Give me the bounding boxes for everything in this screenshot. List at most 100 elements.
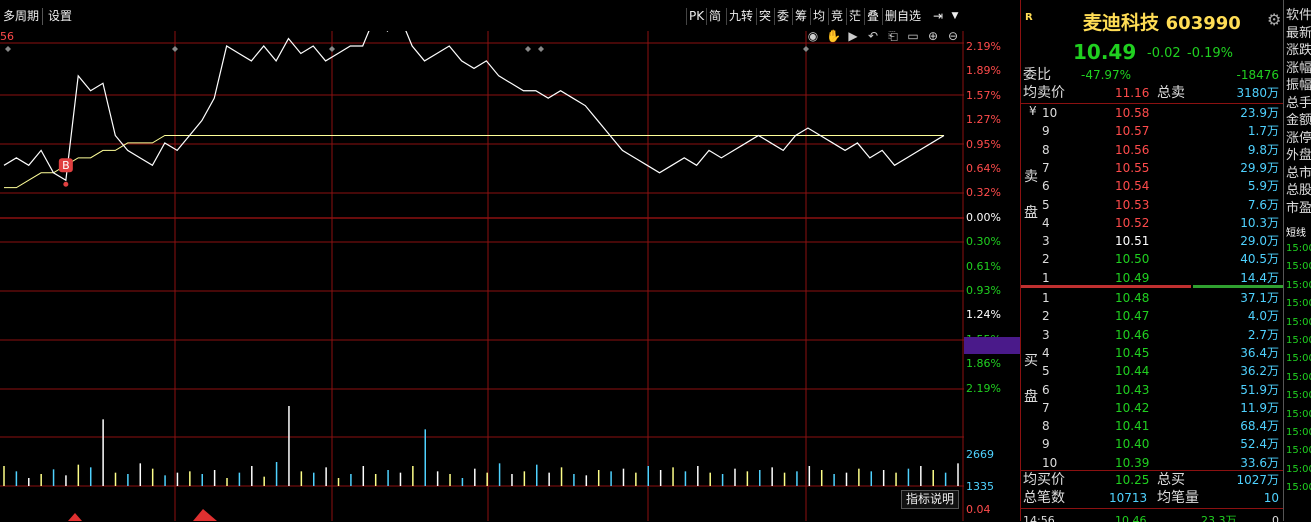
info-label-1: 最新 [1286, 25, 1311, 41]
level-number: 4 [1042, 215, 1050, 230]
buy-level-row[interactable]: 3 10.46 2.7万 [1021, 326, 1283, 344]
avg-buy-value: 10.25 [1115, 473, 1150, 487]
level-number: 9 [1042, 437, 1050, 452]
buy-level-row[interactable]: 6 10.43 51.9万 [1021, 381, 1283, 399]
toolbar-button-4[interactable]: 委 [774, 8, 791, 25]
pct-label-up-1: 1.89% [966, 64, 1001, 78]
weibi-row: 委比 -47.97% -18476 [1021, 66, 1283, 84]
buy-level-row[interactable]: 8 10.41 68.4万 [1021, 417, 1283, 435]
level-price: 10.48 [1115, 291, 1150, 305]
toolbar-button-9[interactable]: 叠 [864, 8, 881, 25]
toolbar-button-2[interactable]: 九转 [726, 8, 755, 25]
sell-level-row[interactable]: 2 10.50 40.5万 [1021, 250, 1283, 268]
buy-marker-label: B [62, 159, 70, 172]
level-number: 3 [1042, 234, 1050, 249]
level-number: 10 [1042, 106, 1058, 120]
dropdown-icon[interactable]: ▼ [948, 8, 962, 25]
level-volume: 51.9万 [1240, 382, 1279, 397]
level-price: 10.47 [1115, 309, 1150, 324]
toolbar-button-0[interactable]: PK [686, 8, 706, 25]
toolbar-button-8[interactable]: 茫 [846, 8, 863, 25]
settings-button[interactable]: 设置 [46, 8, 74, 25]
level-volume: 14.4万 [1240, 270, 1279, 285]
level-price: 10.56 [1115, 142, 1150, 157]
level-price: 10.45 [1115, 345, 1150, 360]
sell-level-row[interactable]: 10 10.58 23.9万 [1021, 104, 1283, 122]
level-number: 2 [1042, 252, 1050, 267]
arrow-pin-icon[interactable]: ⇥ [930, 8, 946, 25]
price-line [3, 31, 945, 182]
vol-label-mid: 1335 [966, 480, 994, 493]
time-label-8: 15:00 [1286, 390, 1311, 402]
pct-label-down-0: 0.30% [966, 235, 1001, 249]
index-description-label: 指标说明 [906, 492, 955, 506]
level-price: 10.41 [1115, 419, 1150, 434]
info-label-7: 涨停 [1286, 130, 1311, 146]
info-label-8: 外盘 [1286, 148, 1311, 163]
price-change-pct: -0.19% [1187, 46, 1233, 61]
level-number: 5 [1042, 364, 1050, 379]
buy-level-row[interactable]: 10 10.39 33.6万 [1021, 454, 1283, 472]
buy-level-row[interactable]: 5 10.44 36.2万 [1021, 362, 1283, 380]
sell-level-row[interactable]: 1 10.49 14.4万 [1021, 269, 1283, 287]
avg-sell-row: 均卖价 11.16 总卖 3180万 [1021, 84, 1283, 102]
gear-icon[interactable]: ⚙ [1267, 10, 1281, 29]
far-right-panel: 软件最新涨跌涨幅振幅总手金额涨停外盘总市总股市盈短线 15:00 15:00 15:0… [1283, 0, 1311, 521]
sell-level-row[interactable]: 8 10.56 9.8万 [1021, 141, 1283, 159]
sell-level-row[interactable]: 5 10.53 7.6万 [1021, 196, 1283, 214]
toolbar-button-10[interactable]: 删自选 [882, 8, 923, 25]
pct-label-up-7: 0.00% [966, 210, 1001, 224]
vol-label-top: 2669 [966, 448, 994, 461]
sell-level-row[interactable]: 3 10.51 29.0万 [1021, 232, 1283, 250]
toolbar-button-7[interactable]: 竞 [828, 8, 845, 25]
sell-level-row[interactable]: 6 10.54 5.9万 [1021, 177, 1283, 195]
buy-level-row[interactable]: 2 10.47 4.0万 [1021, 307, 1283, 325]
level-volume: 2.7万 [1247, 327, 1279, 342]
book-separator [1021, 285, 1191, 288]
stock-name: 麦迪科技 603990 [1083, 8, 1241, 35]
total-sell-label: 总卖 [1157, 85, 1185, 101]
buy-level-row[interactable]: 4 10.45 36.4万 [1021, 344, 1283, 362]
multi-period-button[interactable]: 多周期 [0, 8, 44, 25]
level-number: 7 [1042, 160, 1050, 175]
toolbar-button-6[interactable]: 均 [810, 8, 827, 25]
sell-level-row[interactable]: 7 10.55 29.9万 [1021, 159, 1283, 177]
toolbar-button-5[interactable]: 筹 [792, 8, 809, 25]
stock-code: 603990 [1165, 13, 1241, 34]
level-price: 10.39 [1115, 455, 1150, 470]
bottom-red-mark-2 [193, 509, 217, 521]
level-number: 6 [1042, 382, 1050, 397]
book-separator-green [1193, 285, 1283, 288]
level-number: 7 [1042, 400, 1050, 415]
info-label-0: 软件 [1286, 8, 1311, 23]
info-label-2: 涨跌 [1286, 43, 1311, 58]
intraday-chart[interactable]: B [0, 31, 964, 521]
level-price: 10.53 [1115, 197, 1150, 212]
sell-level-row[interactable]: 4 10.52 10.3万 [1021, 214, 1283, 232]
buy-level-row[interactable]: 7 10.42 11.9万 [1021, 399, 1283, 417]
avg-price-line [4, 134, 944, 189]
level-volume: 29.9万 [1240, 160, 1279, 175]
avg-trade-label: 均笔量 [1157, 490, 1199, 506]
toolbar-button-1[interactable]: 简 [706, 8, 723, 25]
index-description-button[interactable]: 指标说明 [901, 490, 960, 509]
sell-level-row[interactable]: 9 10.57 1.7万 [1021, 122, 1283, 140]
time-label-4: 15:00 [1286, 316, 1311, 328]
level-volume: 52.4万 [1240, 437, 1279, 452]
level-price: 10.54 [1115, 179, 1150, 194]
buy-level-row[interactable]: 1 10.48 37.1万 [1021, 289, 1283, 307]
top-strip [0, 0, 1020, 6]
level-number: 5 [1042, 197, 1050, 212]
level-price: 10.49 [1115, 270, 1150, 285]
avg-buy-label: 均买价 [1023, 472, 1065, 488]
toolbar-button-3[interactable]: 突 [756, 8, 773, 25]
time-label-3: 15:00 [1286, 298, 1311, 310]
level-price: 10.46 [1115, 327, 1150, 342]
time-label-1: 15:00 [1286, 261, 1311, 273]
diamond-marker-1 [172, 46, 178, 52]
buy-level-row[interactable]: 9 10.40 52.4万 [1021, 435, 1283, 453]
info-label-3: 涨幅 [1286, 60, 1311, 76]
level-volume: 33.6万 [1240, 455, 1279, 470]
diamond-marker-3 [525, 46, 531, 52]
pct-label-up-5: 0.64% [966, 162, 1001, 175]
